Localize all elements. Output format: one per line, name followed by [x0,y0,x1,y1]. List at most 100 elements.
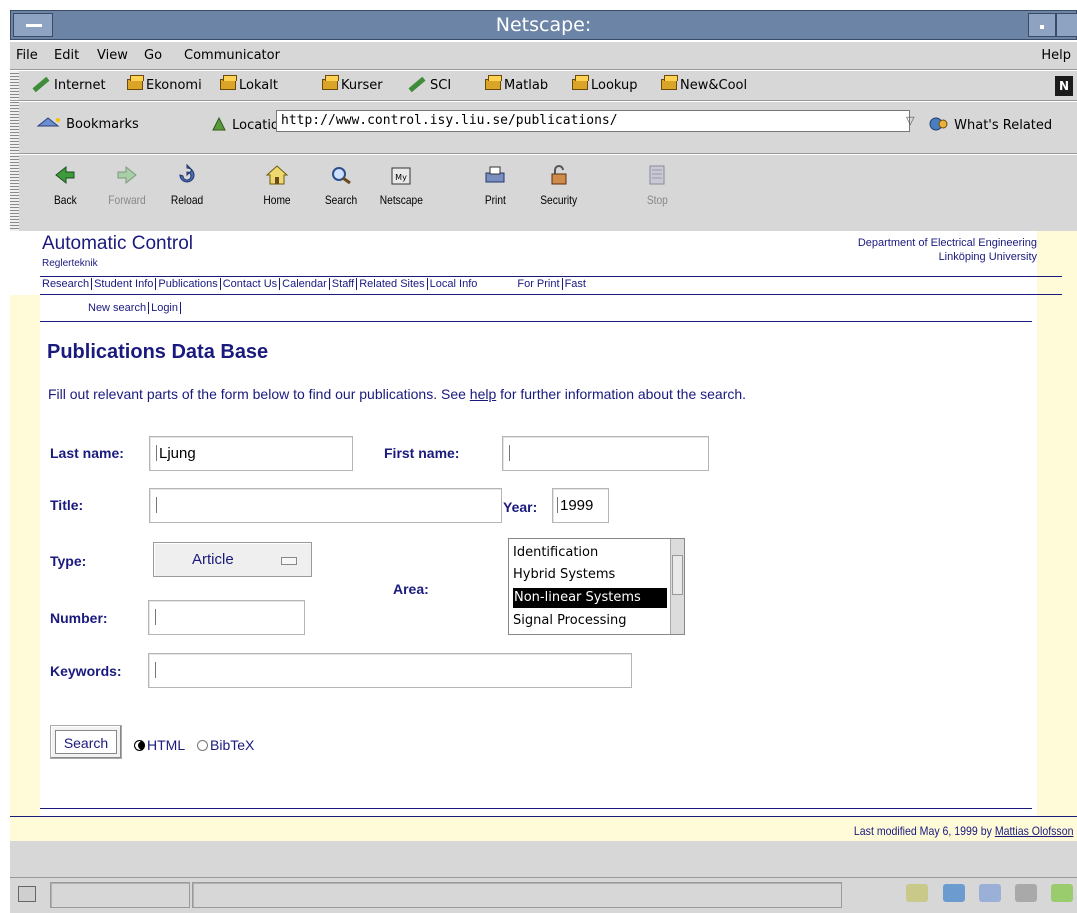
url-input[interactable]: http://www.control.isy.liu.se/publicatio… [276,110,910,132]
author-link[interactable]: Mattias Olofsson [994,824,1073,838]
site-title[interactable]: Automatic Control [42,233,193,255]
reload-button[interactable]: Reload [158,161,216,208]
bookmark-kurser[interactable]: Kurser [322,75,383,93]
bookmark-ekonomi[interactable]: Ekonomi [127,75,202,93]
bookmark-internet[interactable]: Internet [32,76,106,93]
subnav-new-search[interactable]: New search [86,302,150,314]
page-content: Automatic Control Reglerteknik Departmen… [10,231,1077,841]
bookmark-matlab[interactable]: Matlab [485,75,548,93]
menu-help[interactable]: Help [1041,48,1071,63]
minimize-button[interactable] [1028,13,1056,37]
forward-arrow-icon [117,165,137,185]
title-input[interactable] [149,488,502,523]
bookmark-sci[interactable]: SCI [408,76,451,93]
bookmark-lookup[interactable]: Lookup [572,75,638,93]
type-select[interactable]: Article [153,542,312,577]
format-html-radio[interactable]: HTML [134,737,185,753]
folder-icon [322,75,339,90]
netscape-icon: My [391,167,411,185]
nav-calendar[interactable]: Calendar [280,278,330,290]
type-label: Type: [50,553,87,569]
toolbar-grip[interactable] [10,71,19,100]
toolbar-grip[interactable] [10,155,19,231]
area-option-identification[interactable]: Identification [513,543,667,563]
nav-contact-us[interactable]: Contact Us [221,278,281,290]
composer-icon[interactable] [1014,884,1037,902]
security-button[interactable]: Security [530,161,588,208]
nav-local-info[interactable]: Local Info [428,278,480,290]
whats-related-button[interactable]: What's Related [928,116,1052,133]
department-info: Department of Electrical Engineering Lin… [858,236,1037,264]
last-name-label: Last name: [50,445,124,461]
toolbar-grip[interactable] [10,102,19,153]
netscape-logo-icon[interactable]: N [1055,76,1073,96]
nav-research[interactable]: Research [42,278,93,290]
maximize-button[interactable] [1056,13,1077,37]
home-button[interactable]: Home [248,161,306,208]
first-name-label: First name: [384,445,460,461]
type-select-value: Article [192,551,234,568]
window-titlebar[interactable]: Netscape: [10,10,1077,40]
status-bar [10,877,1077,911]
url-dropdown-icon[interactable]: ▽ [906,114,920,128]
nav-fast[interactable]: Fast [563,278,588,290]
personal-toolbar: Internet Ekonomi Lokalt Kurser SCI Matla… [10,71,1077,101]
navigation-toolbar: Back Forward Reload Home Search My Netsc… [10,155,1077,231]
security-status-icon[interactable] [18,886,36,902]
page-title: Publications Data Base [47,341,269,363]
bookmarks-button[interactable]: Bookmarks [36,116,139,132]
back-arrow-icon [55,165,75,185]
year-input[interactable]: 1999 [552,488,609,523]
menu-file[interactable]: File [16,48,38,63]
site-nav: Research Student Info Publications Contact … [42,278,588,290]
radio-selected-icon [134,740,145,751]
left-side-strip [10,295,40,841]
home-icon [265,165,289,185]
scrollbar-thumb[interactable] [672,555,683,595]
pen-icon [408,76,426,93]
keywords-input[interactable] [148,653,632,688]
mailbox-icon[interactable] [942,884,965,902]
bookmark-newcool[interactable]: New&Cool [661,75,747,93]
location-icon [212,116,226,131]
area-listbox[interactable]: Identification Hybrid Systems Non-linear… [508,538,685,635]
nav-for-print[interactable]: For Print [515,278,563,290]
search-button[interactable]: Search [312,161,370,208]
format-bibtex-radio[interactable]: BibTeX [197,737,254,753]
status-message-cell [192,882,842,908]
netscape-button[interactable]: My Netscape [372,161,430,208]
folder-icon [485,75,502,90]
forward-button[interactable]: Forward [98,161,156,208]
area-option-hybrid-systems[interactable]: Hybrid Systems [513,565,667,585]
footer: Last modified May 6, 1999 by Mattias Olo… [10,816,1077,841]
sub-nav: New search Login [86,302,181,314]
stop-button[interactable]: Stop [628,161,686,208]
area-option-nonlinear-systems[interactable]: Non-linear Systems [513,588,667,608]
print-button[interactable]: Print [466,161,524,208]
navigator-icon[interactable] [906,884,929,902]
last-name-input[interactable]: Ljung [149,436,353,471]
help-link[interactable]: help [470,386,496,402]
area-scrollbar[interactable] [670,539,684,634]
menu-communicator[interactable]: Communicator [184,48,280,63]
menu-edit[interactable]: Edit [54,48,79,63]
content-divider [40,808,1032,809]
editor-icon[interactable] [1051,884,1073,902]
number-input[interactable] [148,600,305,635]
subnav-login[interactable]: Login [149,302,181,314]
search-submit-button[interactable]: Search [50,725,122,759]
area-option-signal-processing[interactable]: Signal Processing [513,611,667,631]
first-name-input[interactable] [502,436,709,471]
nav-staff[interactable]: Staff [330,278,358,290]
stop-icon [649,165,665,185]
back-button[interactable]: Back [36,161,94,208]
nav-publications[interactable]: Publications [156,278,221,290]
menu-bar: File Edit View Go Communicator Help [10,42,1077,70]
bookmark-lokalt[interactable]: Lokalt [220,75,278,93]
discussions-icon[interactable] [978,884,1001,902]
menu-view[interactable]: View [97,48,128,63]
menu-go[interactable]: Go [144,48,162,63]
nav-related-sites[interactable]: Related Sites [357,278,428,290]
nav-student-info[interactable]: Student Info [92,278,157,290]
site-subtitle: Reglerteknik [42,258,98,269]
